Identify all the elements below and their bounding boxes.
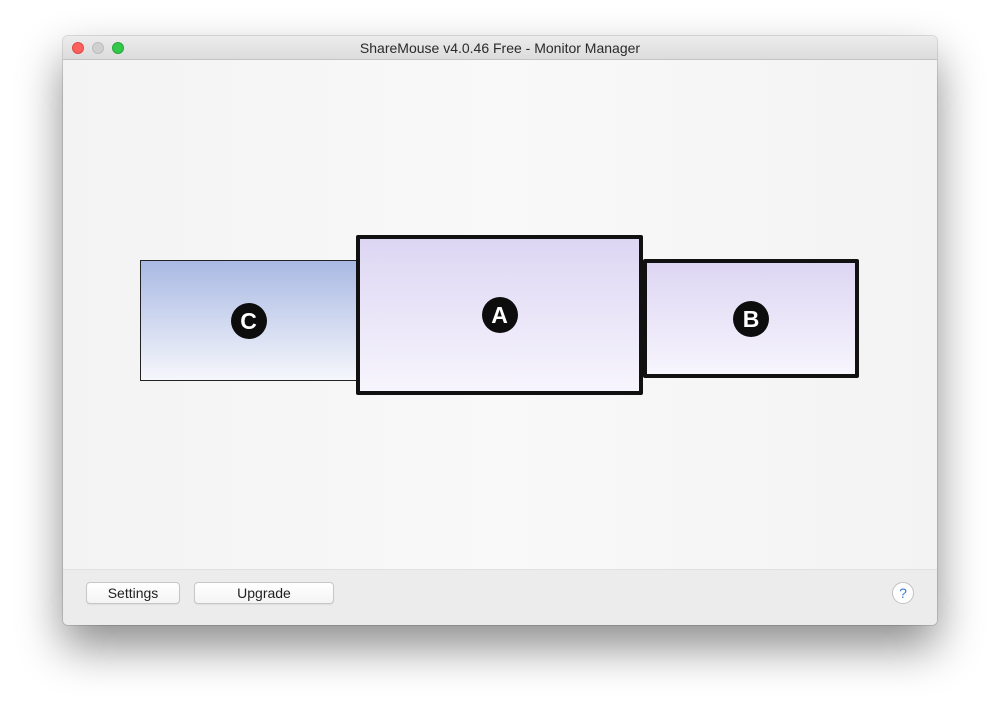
monitor-c-badge: C — [230, 302, 267, 339]
title-bar[interactable]: ShareMouse v4.0.46 Free - Monitor Manage… — [63, 36, 937, 60]
window-title: ShareMouse v4.0.46 Free - Monitor Manage… — [359, 40, 641, 56]
bottom-toolbar: Settings Upgrade ? — [63, 569, 937, 625]
monitor-c[interactable]: C — [140, 260, 357, 381]
settings-button[interactable]: Settings — [86, 582, 180, 604]
monitor-manager-window: ShareMouse v4.0.46 Free - Monitor Manage… — [63, 36, 937, 625]
monitor-a-badge: A — [481, 297, 518, 333]
monitor-b-badge: B — [733, 300, 769, 337]
monitor-b[interactable]: B — [643, 259, 859, 378]
help-icon[interactable]: ? — [892, 582, 914, 604]
upgrade-button[interactable]: Upgrade — [194, 582, 334, 604]
monitor-a[interactable]: A — [356, 235, 643, 395]
monitor-arrangement-canvas: C A B — [63, 60, 937, 569]
